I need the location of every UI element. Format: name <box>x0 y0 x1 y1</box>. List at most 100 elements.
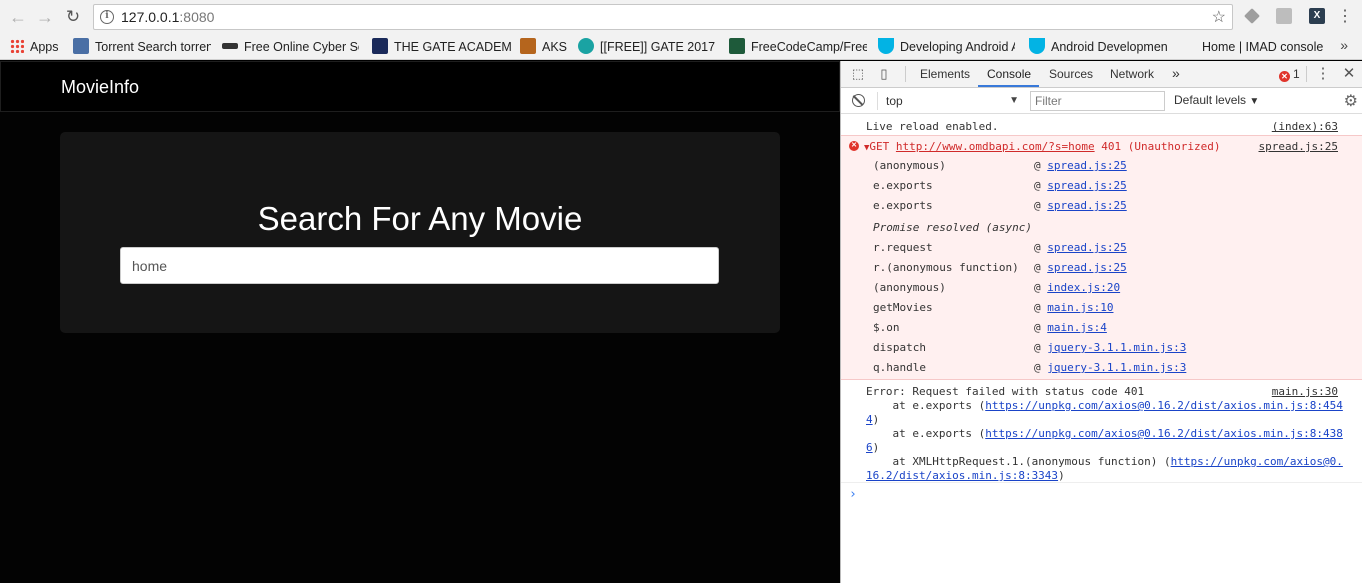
source-link[interactable]: spread.js:25 <box>1259 140 1338 153</box>
bookmark-apps[interactable]: Apps <box>10 38 59 56</box>
stack-frame-link[interactable]: main.js:4 <box>1047 321 1107 334</box>
stack-frame-loc: @ spread.js:25 <box>1034 159 1127 172</box>
console-output: Live reload enabled. (index):63 ✕ ▼GET h… <box>841 115 1362 583</box>
console-error-message: ✕ ▼GET http://www.omdbapi.com/?s=home 40… <box>841 135 1362 380</box>
extension-pdf-icon[interactable] <box>1276 8 1292 24</box>
bookmark-cyber[interactable]: Free Online Cyber Se <box>222 38 359 56</box>
console-prompt[interactable]: › <box>849 487 857 502</box>
tab-elements[interactable]: Elements <box>920 67 970 81</box>
error-summary[interactable]: ▼GET http://www.omdbapi.com/?s=home 401 … <box>864 140 1220 153</box>
close-icon[interactable]: ✕ <box>1341 66 1357 82</box>
extension-x-icon[interactable]: X <box>1309 8 1325 24</box>
stack-frame-fn: e.exports <box>873 179 933 192</box>
inspect-element-icon[interactable]: ⬚ <box>850 66 866 82</box>
udacity-icon <box>1029 38 1045 54</box>
stack-line-prefix: at XMLHttpRequest.1.(anonymous function)… <box>866 455 1171 468</box>
bookmark-gate-academy[interactable]: THE GATE ACADEMY <box>372 38 512 56</box>
bookmark-freecodecamp[interactable]: FreeCodeCamp/FreeC <box>729 38 867 56</box>
error-count: 1 <box>1293 67 1300 81</box>
active-tab-indicator <box>978 85 1039 87</box>
stack-frame-fn: r.(anonymous function) <box>873 261 1019 274</box>
forward-icon[interactable]: → <box>34 6 56 28</box>
bookmark-gate-2017[interactable]: [[FREE]] GATE 2017 C <box>578 38 715 56</box>
bookmark-label: FreeCodeCamp/FreeC <box>751 40 867 54</box>
source-link[interactable]: main.js:30 <box>1272 385 1338 398</box>
back-icon[interactable]: ← <box>7 6 29 28</box>
tga-icon <box>372 38 388 54</box>
brand-link[interactable]: MovieInfo <box>61 77 139 98</box>
async-separator: Promise resolved (async) <box>873 221 1032 234</box>
bookmark-label: Android Developmen <box>1051 40 1168 54</box>
stack-line: at e.exports (https://unpkg.com/axios@0.… <box>866 399 1343 426</box>
stack-frame-fn: r.request <box>873 241 933 254</box>
web-page: MovieInfo Search For Any Movie <box>0 61 840 583</box>
stack-frame-fn: (anonymous) <box>873 159 946 172</box>
stack-line-prefix: at e.exports ( <box>866 399 986 412</box>
bookmark-label: Torrent Search torren <box>95 40 211 54</box>
stack-frame-fn: (anonymous) <box>873 281 946 294</box>
console-toolbar: top ▼ Default levels ▼ ⚙ <box>841 88 1362 114</box>
dropdown-arrow-icon: ▼ <box>1009 95 1019 106</box>
stack-frame-link[interactable]: spread.js:25 <box>1047 199 1126 212</box>
gear-icon[interactable]: ⚙ <box>1344 91 1358 111</box>
stack-frame-link[interactable]: spread.js:25 <box>1047 159 1126 172</box>
url-port: :8080 <box>179 9 215 25</box>
movie-search-input[interactable] <box>120 247 719 284</box>
devtools-panel: ⬚ ▯ Elements Console Sources Network » ✕… <box>840 61 1362 583</box>
info-icon[interactable]: i <box>100 10 114 24</box>
stack-frame-link[interactable]: main.js:10 <box>1047 301 1113 314</box>
reload-icon[interactable]: ↻ <box>62 6 84 28</box>
stack-frame-link[interactable]: jquery-3.1.1.min.js:3 <box>1047 341 1186 354</box>
search-panel: Search For Any Movie <box>60 132 780 333</box>
error-count-badge[interactable]: ✕ 1 <box>1279 67 1300 82</box>
stack-frame-fn: getMovies <box>873 301 933 314</box>
device-toolbar-icon[interactable]: ▯ <box>876 66 892 82</box>
error-status: 401 (Unauthorized) <box>1101 140 1221 153</box>
stack-frame-link[interactable]: spread.js:25 <box>1047 179 1126 192</box>
log-levels-dropdown[interactable]: Default levels ▼ <box>1174 93 1259 107</box>
bookmarks-bar: Apps Torrent Search torren Free Online C… <box>0 34 1362 60</box>
stack-frame-loc: @ jquery-3.1.1.min.js:3 <box>1034 341 1187 354</box>
stack-frame-loc: @ jquery-3.1.1.min.js:3 <box>1034 361 1187 374</box>
stack-frame-fn: $.on <box>873 321 900 334</box>
stack-frame-link[interactable]: spread.js:25 <box>1047 261 1126 274</box>
bookmark-label: Developing Android A <box>900 40 1015 54</box>
page-title: Search For Any Movie <box>257 200 583 237</box>
bookmark-torrent[interactable]: Torrent Search torren <box>73 38 211 56</box>
tab-console[interactable]: Console <box>987 67 1031 81</box>
bookmarks-overflow-icon[interactable]: » <box>1340 37 1348 53</box>
devtools-menu-icon[interactable]: ⋮ <box>1315 66 1331 82</box>
stack-frame-fn: q.handle <box>873 361 926 374</box>
navbar: MovieInfo <box>0 61 840 112</box>
error-url[interactable]: http://www.omdbapi.com/?s=home <box>896 140 1095 153</box>
stack-frame-fn: dispatch <box>873 341 926 354</box>
tab-network[interactable]: Network <box>1110 67 1154 81</box>
freecodecamp-icon <box>729 38 745 54</box>
log-text: Live reload enabled. <box>866 120 999 133</box>
bookmark-android-development[interactable]: Android Developmen <box>1029 38 1169 56</box>
error-icon: ✕ <box>849 141 859 151</box>
context-select[interactable]: top ▼ <box>877 92 1019 110</box>
aks-icon <box>520 38 536 54</box>
stack-frame-link[interactable]: index.js:20 <box>1047 281 1120 294</box>
clear-console-icon[interactable] <box>852 94 865 107</box>
console-error-stack: Error: Request failed with status code 4… <box>841 381 1362 483</box>
stack-frame-link[interactable]: jquery-3.1.1.min.js:3 <box>1047 361 1186 374</box>
bookmark-aks[interactable]: AKS <box>520 38 570 56</box>
apps-grid-icon <box>10 39 24 53</box>
stack-frame-loc: @ spread.js:25 <box>1034 199 1127 212</box>
address-url[interactable]: 127.0.0.1:8080 <box>121 9 214 25</box>
console-filter-input[interactable] <box>1030 91 1165 111</box>
address-bar[interactable]: i 127.0.0.1:8080 ☆ <box>93 4 1233 30</box>
bookmark-imad[interactable]: Home | IMAD console <box>1202 38 1344 56</box>
stack-frame-loc: @ spread.js:25 <box>1034 241 1127 254</box>
bookmark-star-icon[interactable]: ☆ <box>1212 7 1226 27</box>
stack-frame-link[interactable]: spread.js:25 <box>1047 241 1126 254</box>
chrome-menu-icon[interactable]: ⋮ <box>1334 6 1356 28</box>
tab-sources[interactable]: Sources <box>1049 67 1093 81</box>
bookmark-developing-android[interactable]: Developing Android A <box>878 38 1015 56</box>
extension-diamond-icon[interactable] <box>1244 8 1260 24</box>
more-tabs-icon[interactable]: » <box>1172 65 1180 81</box>
source-link[interactable]: (index):63 <box>1272 120 1338 133</box>
browser-toolbar: ← → ↻ i 127.0.0.1:8080 ☆ X ⋮ <box>0 0 1362 34</box>
